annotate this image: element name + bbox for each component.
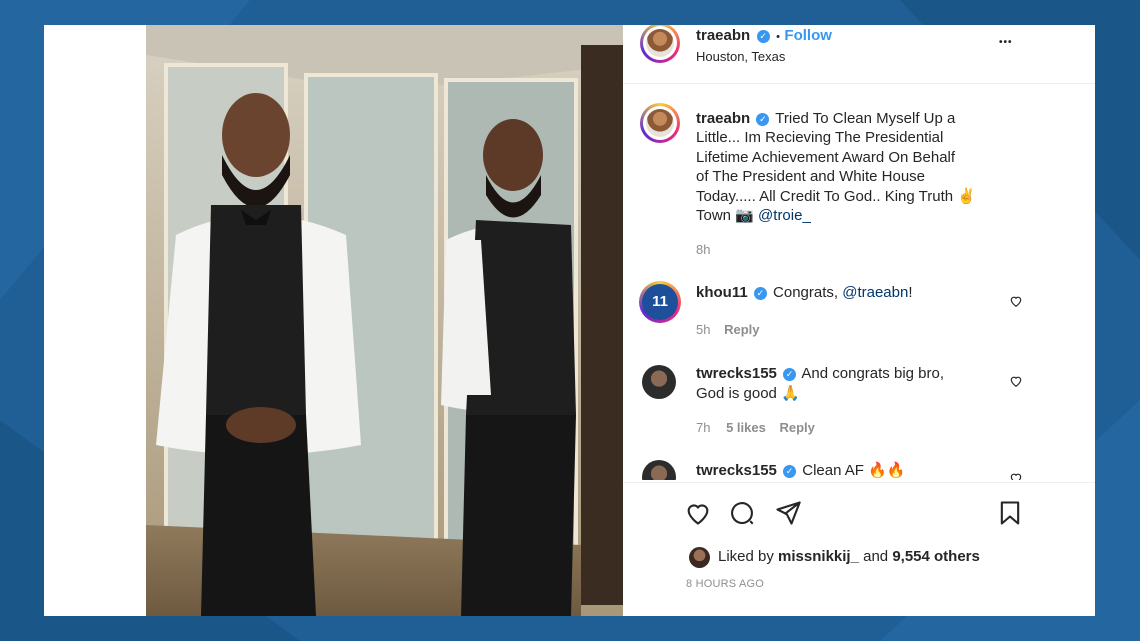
comment-1-time: 5h	[696, 322, 711, 337]
liked-prefix: Liked by	[718, 548, 779, 565]
comment-2-like-icon[interactable]	[1009, 374, 1023, 388]
post-sidebar: traeabn ✓ • Follow Houston, Texas ••• tr…	[623, 25, 1095, 616]
caption-line-2: Little... Im Recieving The Presidential	[696, 129, 944, 147]
caption-mention[interactable]: @troie_	[758, 207, 811, 224]
comment-3: twrecks155 ✓ Clean AF 🔥🔥	[696, 461, 905, 479]
header-divider	[623, 83, 1095, 84]
verified-badge-icon: ✓	[756, 30, 770, 43]
comment-1-like-icon[interactable]	[1009, 294, 1023, 308]
liked-mid: and	[858, 548, 893, 565]
comment-3-clip: twrecks155 ✓ Clean AF 🔥🔥	[623, 455, 1095, 480]
comment-2-likes[interactable]: 5 likes	[726, 420, 766, 435]
caption-username[interactable]: traeabn	[696, 110, 750, 127]
comment-2-meta: 7h 5 likes Reply	[696, 420, 815, 435]
comment-2-text-2: God is good 🙏	[696, 385, 800, 402]
caption-line-3: Lifetime Achievement Award On Behalf	[696, 148, 956, 166]
comment-3-text: Clean AF 🔥🔥	[802, 462, 906, 479]
liked-count[interactable]: 9,554 others	[892, 548, 980, 565]
author-avatar[interactable]	[640, 25, 680, 63]
comment-1: khou11 ✓ Congrats, @traeabn!	[696, 284, 913, 301]
comment-bubble-icon[interactable]	[728, 499, 756, 527]
save-bookmark-icon[interactable]	[996, 499, 1024, 527]
comment-3-username[interactable]: twrecks155	[696, 462, 777, 479]
caption-time: 8h	[696, 242, 711, 257]
caption-line-6: Town 📷	[696, 207, 754, 225]
more-options-icon[interactable]: •••	[999, 37, 1013, 48]
post-photo	[146, 25, 623, 616]
khou11-avatar[interactable]: 11	[639, 281, 681, 323]
liked-by: Liked by missnikkij_ and 9,554 others	[718, 548, 980, 565]
comment-1-text: Congrats,	[773, 284, 843, 301]
verified-badge-icon: ✓	[756, 113, 770, 126]
comment-2: twrecks155 ✓ And congrats big bro, God i…	[696, 364, 944, 404]
verified-badge-icon: ✓	[783, 465, 797, 478]
caption-line-5: Today..... All Credit To God.. King Trut…	[696, 187, 976, 205]
caption-avatar[interactable]	[640, 103, 680, 143]
caption-line-1: Tried To Clean Myself Up a	[775, 110, 956, 127]
comment-1-after: !	[908, 284, 913, 301]
comment-2-text-1: And congrats big bro,	[801, 365, 945, 382]
comment-2-username[interactable]: twrecks155	[696, 365, 777, 382]
liked-user[interactable]: missnikkij_	[778, 548, 859, 565]
instagram-embed: traeabn ✓ • Follow Houston, Texas ••• tr…	[44, 25, 1095, 616]
share-send-icon[interactable]	[774, 499, 802, 527]
caption: traeabn ✓ Tried To Clean Myself Up a Lit…	[696, 109, 996, 225]
verified-badge-icon: ✓	[753, 287, 767, 300]
like-heart-icon[interactable]	[684, 499, 712, 527]
actions-divider	[623, 482, 1095, 483]
khou-logo: 11	[642, 284, 678, 320]
liked-by-avatar[interactable]	[689, 547, 710, 568]
comment-2-time: 7h	[696, 420, 711, 435]
comment-3-like-icon[interactable]	[1009, 471, 1023, 480]
post-location[interactable]: Houston, Texas	[696, 49, 785, 64]
comment-2-reply[interactable]: Reply	[779, 420, 814, 435]
post-timestamp[interactable]: 8 HOURS AGO	[686, 578, 764, 590]
author-username[interactable]: traeabn	[696, 27, 750, 44]
twrecks155-avatar[interactable]	[642, 365, 676, 399]
photo-illustration	[146, 25, 623, 616]
comment-1-mention[interactable]: @traeabn	[842, 284, 908, 301]
comment-1-reply[interactable]: Reply	[724, 322, 759, 337]
comment-3-avatar[interactable]	[642, 460, 676, 480]
post-header: traeabn ✓ • Follow	[696, 27, 832, 45]
separator-dot: •	[776, 31, 780, 43]
caption-line-4: of The President and White House	[696, 168, 926, 186]
comment-1-username[interactable]: khou11	[696, 284, 748, 301]
comment-1-meta: 5h Reply	[696, 322, 760, 337]
verified-badge-icon: ✓	[783, 368, 797, 381]
follow-link[interactable]: Follow	[784, 27, 832, 44]
